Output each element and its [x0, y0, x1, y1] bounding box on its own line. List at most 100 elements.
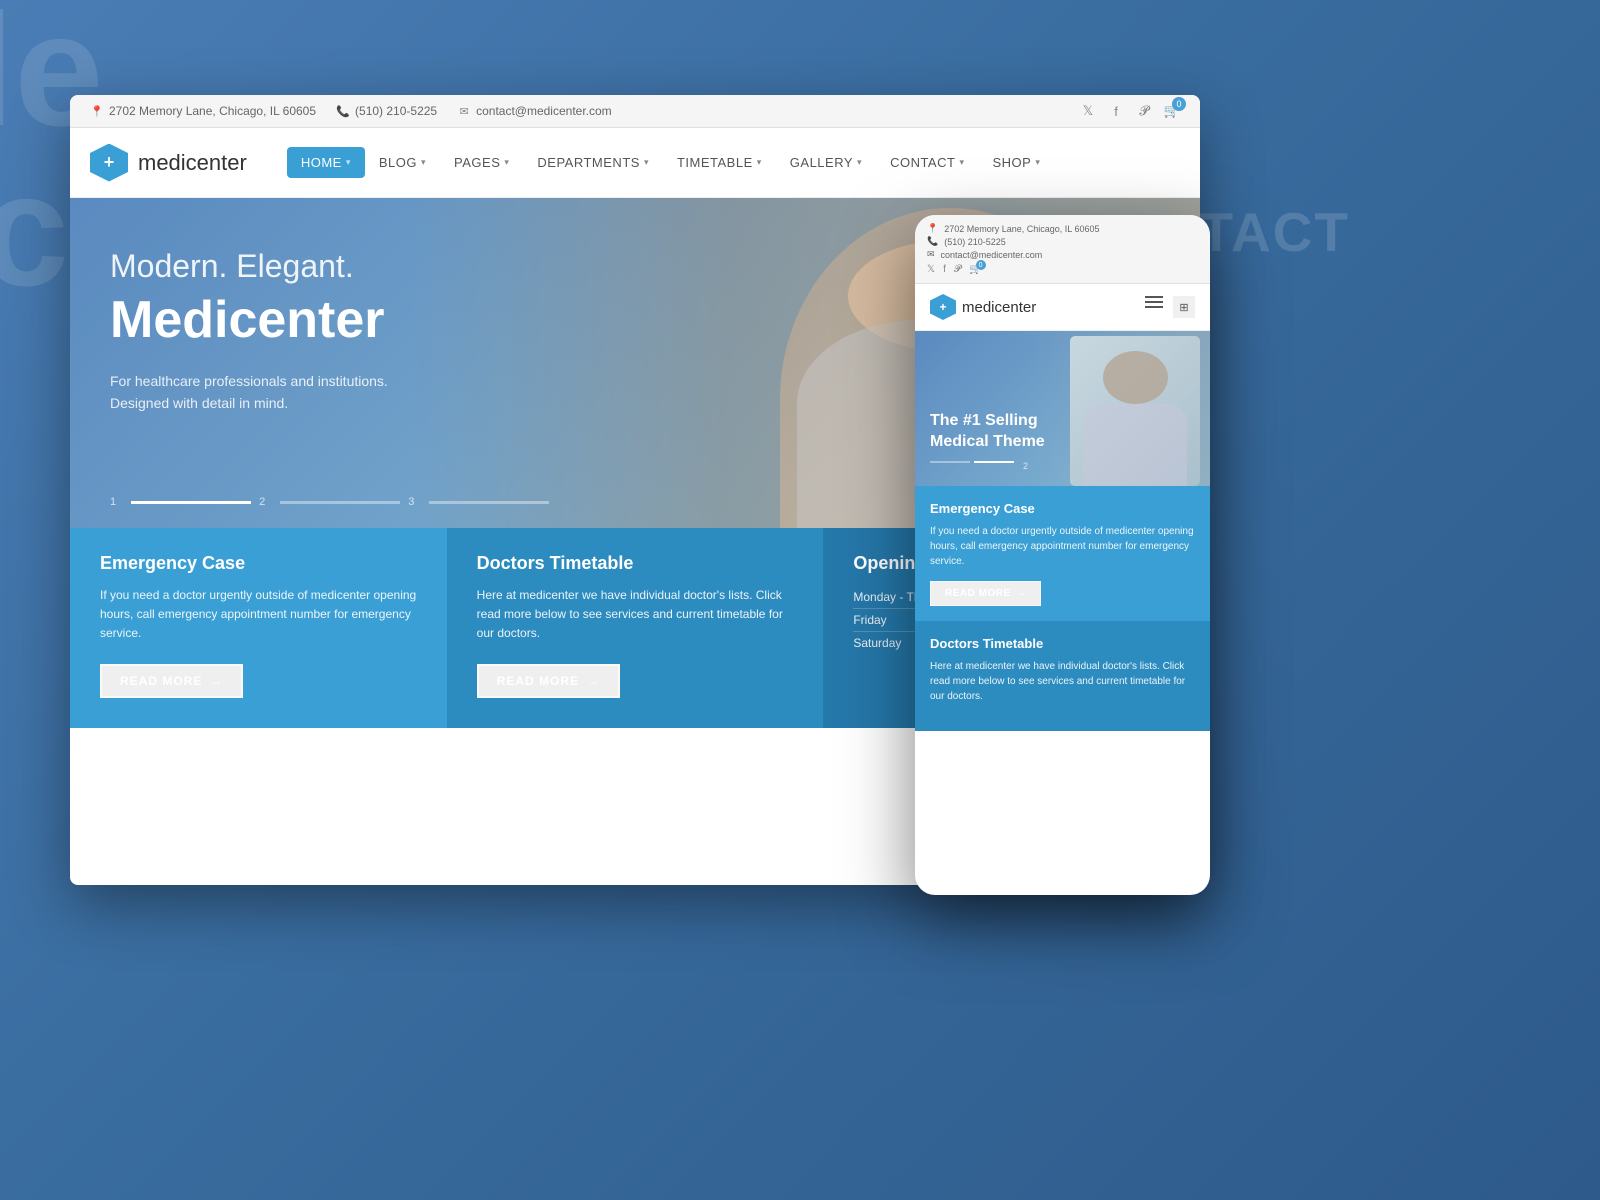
- mobile-doctor-img: [1070, 336, 1200, 486]
- nav-item-gallery[interactable]: GALLERY ▾: [776, 147, 876, 178]
- nav-link-shop[interactable]: SHOP ▾: [978, 147, 1054, 178]
- facebook-icon[interactable]: f: [1108, 103, 1124, 119]
- mobile-topbar: 📍 2702 Memory Lane, Chicago, IL 60605 📞 …: [915, 215, 1210, 284]
- nav-link-gallery[interactable]: GALLERY ▾: [776, 147, 876, 178]
- twitter-icon[interactable]: 𝕏: [1080, 103, 1096, 119]
- nav-link-timetable[interactable]: TIMETABLE ▾: [663, 147, 776, 178]
- top-info-bar: 📍 2702 Memory Lane, Chicago, IL 60605 📞 …: [70, 95, 1200, 128]
- mobile-twitter-icon[interactable]: 𝕏: [927, 264, 935, 275]
- nav-link-home[interactable]: HOME ▾: [287, 147, 365, 178]
- mobile-cart-badge: 0: [976, 260, 986, 270]
- nav-item-pages[interactable]: PAGES ▾: [440, 147, 523, 178]
- nav-item-home[interactable]: HOME ▾: [287, 147, 365, 178]
- mobile-hero-image: [1033, 331, 1210, 486]
- mobile-facebook-icon[interactable]: f: [943, 264, 946, 275]
- nav-link-contact[interactable]: CONTACT ▾: [876, 147, 978, 178]
- mobile-hero-indicators: 2: [930, 461, 1045, 471]
- mobile-card-timetable-title: Doctors Timetable: [930, 636, 1195, 651]
- card-timetable-btn[interactable]: READ MORE →: [477, 664, 620, 698]
- mobile-device: 📍 2702 Memory Lane, Chicago, IL 60605 📞 …: [915, 215, 1210, 895]
- nav-item-contact[interactable]: CONTACT ▾: [876, 147, 978, 178]
- email-item: ✉ contact@medicenter.com: [457, 104, 612, 118]
- mobile-settings-icon[interactable]: ⊞: [1173, 296, 1195, 318]
- hamburger-line-2: [1145, 301, 1163, 303]
- mobile-card-emergency: Emergency Case If you need a doctor urge…: [915, 486, 1210, 621]
- mobile-card-timetable-text: Here at medicenter we have individual do…: [930, 659, 1195, 704]
- nav-item-timetable[interactable]: TIMETABLE ▾: [663, 147, 776, 178]
- mobile-hero: The #1 Selling Medical Theme 2: [915, 331, 1210, 486]
- mobile-email: contact@medicenter.com: [941, 250, 1043, 260]
- nav-item-shop[interactable]: SHOP ▾: [978, 147, 1054, 178]
- email-text: contact@medicenter.com: [476, 104, 612, 118]
- mobile-phone-row: 📞 (510) 210-5225: [927, 236, 1198, 247]
- card-emergency-btn[interactable]: READ MORE →: [100, 664, 243, 698]
- indicator-bar-3: [429, 501, 549, 504]
- mobile-indicator-1: [930, 461, 970, 463]
- mobile-card-emergency-btn[interactable]: READ MORE →: [930, 581, 1041, 606]
- card-emergency: Emergency Case If you need a doctor urge…: [70, 528, 447, 728]
- location-icon: 📍: [90, 104, 104, 118]
- mobile-address: 2702 Memory Lane, Chicago, IL 60605: [944, 224, 1099, 234]
- nav-item-blog[interactable]: BLOG ▾: [365, 147, 440, 178]
- mobile-hero-title-line2: Medical Theme: [930, 432, 1045, 453]
- mobile-hamburger[interactable]: [1145, 296, 1163, 318]
- mobile-card-emergency-text: If you need a doctor urgently outside of…: [930, 524, 1195, 569]
- mobile-pinterest-icon[interactable]: 𝓟: [954, 264, 961, 275]
- mobile-email-icon: ✉: [927, 249, 935, 260]
- card-timetable-text: Here at medicenter we have individual do…: [477, 586, 794, 644]
- nav-bar: + medicenter HOME ▾ BLOG ▾ PAGES ▾: [70, 128, 1200, 198]
- contact-chevron: ▾: [959, 157, 964, 168]
- indicator-1: 1: [110, 496, 116, 508]
- departments-chevron: ▾: [644, 157, 649, 168]
- mobile-phone-icon: 📞: [927, 236, 938, 247]
- nav-item-departments[interactable]: DEPARTMENTS ▾: [523, 147, 663, 178]
- mobile-location-icon: 📍: [927, 223, 938, 234]
- indicator-2: 2: [259, 496, 265, 508]
- pages-chevron: ▾: [504, 157, 509, 168]
- mobile-email-row: ✉ contact@medicenter.com: [927, 249, 1198, 260]
- mobile-card-timetable: Doctors Timetable Here at medicenter we …: [915, 621, 1210, 731]
- card-emergency-text: If you need a doctor urgently outside of…: [100, 586, 417, 644]
- shop-chevron: ▾: [1035, 157, 1040, 168]
- mobile-logo-text: medicenter: [962, 299, 1036, 316]
- mobile-nav-icons: ⊞: [1145, 296, 1195, 318]
- hero-indicators: 1 2 3: [110, 496, 557, 508]
- mobile-logo-icon: +: [930, 294, 956, 320]
- mobile-cards: Emergency Case If you need a doctor urge…: [915, 486, 1210, 891]
- logo-text: medicenter: [138, 150, 247, 176]
- mobile-hero-title-line1: The #1 Selling: [930, 411, 1045, 432]
- card-timetable: Doctors Timetable Here at medicenter we …: [447, 528, 824, 728]
- timetable-chevron: ▾: [757, 157, 762, 168]
- mobile-nav: + medicenter ⊞: [915, 284, 1210, 331]
- mobile-hero-content: The #1 Selling Medical Theme 2: [930, 411, 1045, 471]
- phone-icon: 📞: [336, 104, 350, 118]
- logo-icon: +: [90, 144, 128, 182]
- nav-link-pages[interactable]: PAGES ▾: [440, 147, 523, 178]
- nav-menu: HOME ▾ BLOG ▾ PAGES ▾ DEPARTMENTS: [287, 147, 1055, 178]
- mobile-logo[interactable]: + medicenter: [930, 294, 1036, 320]
- mobile-address-row: 📍 2702 Memory Lane, Chicago, IL 60605: [927, 223, 1198, 234]
- hamburger-line-3: [1145, 306, 1163, 308]
- social-links: 𝕏 f 𝓟 🛒 0: [1080, 103, 1180, 119]
- gallery-chevron: ▾: [857, 157, 862, 168]
- card-timetable-title: Doctors Timetable: [477, 553, 794, 574]
- mobile-indicator-2: [974, 461, 1014, 463]
- indicator-bar-1: [131, 501, 251, 504]
- address-item: 📍 2702 Memory Lane, Chicago, IL 60605: [90, 104, 316, 118]
- hero-description: For healthcare professionals and institu…: [110, 370, 490, 415]
- phone-item: 📞 (510) 210-5225: [336, 104, 437, 118]
- cart-badge: 0: [1172, 97, 1186, 111]
- card-emergency-title: Emergency Case: [100, 553, 417, 574]
- pinterest-icon[interactable]: 𝓟: [1136, 103, 1152, 119]
- indicator-3: 3: [408, 496, 414, 508]
- phone-text: (510) 210-5225: [355, 104, 437, 118]
- logo[interactable]: + medicenter: [90, 144, 247, 182]
- mobile-cart-icon[interactable]: 🛒 0: [969, 264, 981, 275]
- nav-link-departments[interactable]: DEPARTMENTS ▾: [523, 147, 663, 178]
- address-text: 2702 Memory Lane, Chicago, IL 60605: [109, 104, 316, 118]
- nav-link-blog[interactable]: BLOG ▾: [365, 147, 440, 178]
- email-icon: ✉: [457, 104, 471, 118]
- mobile-card-emergency-title: Emergency Case: [930, 501, 1195, 516]
- cart-icon[interactable]: 🛒 0: [1164, 103, 1180, 119]
- mobile-phone: (510) 210-5225: [944, 237, 1006, 247]
